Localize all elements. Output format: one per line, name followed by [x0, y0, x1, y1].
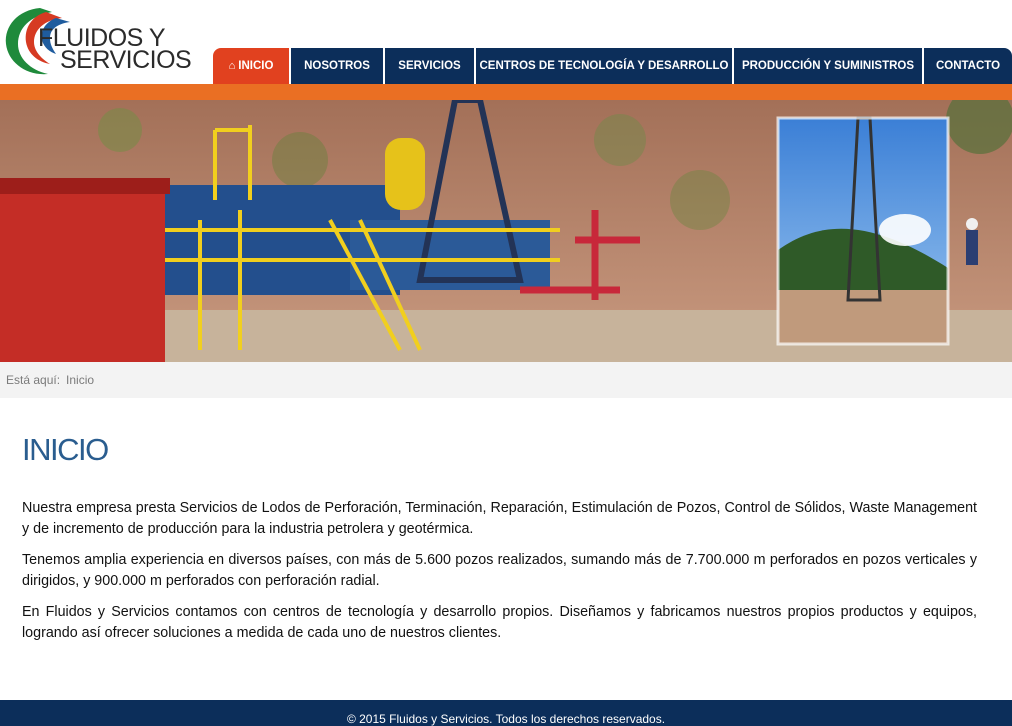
nav-item-centros[interactable]: CENTROS DE TECNOLOGÍA Y DESARROLLO — [474, 48, 732, 84]
content-paragraph: Tenemos amplia experiencia en diversos p… — [22, 552, 977, 589]
hero-banner-image — [0, 100, 1012, 362]
header-accent-bar — [0, 84, 1012, 100]
nav-item-label: CENTROS DE TECNOLOGÍA Y DESARROLLO — [479, 60, 729, 72]
nav-item-label: SERVICIOS — [398, 60, 461, 72]
home-icon: ⌂ — [228, 60, 236, 72]
nav-item-label: CONTACTO — [935, 60, 1001, 72]
nav-item-nosotros[interactable]: NOSOTROS — [289, 48, 383, 84]
nav-item-label: NOSOTROS — [304, 60, 370, 72]
logo-line-2: SERVICIOS — [60, 46, 192, 74]
site-logo[interactable]: FLUIDOS Y SERVICIOS — [0, 0, 200, 84]
footer-copyright: © 2015 Fluidos y Servicios. Todos los de… — [346, 712, 666, 726]
nav-item-produccion[interactable]: PRODUCCIÓN Y SUMINISTROS — [732, 48, 922, 84]
breadcrumb-prefix: Está aquí: — [6, 373, 61, 387]
content-paragraph: Nuestra empresa presta Servicios de Lodo… — [22, 500, 977, 537]
nav-item-label: PRODUCCIÓN Y SUMINISTROS — [741, 60, 915, 72]
site-header: FLUIDOS Y SERVICIOS ⌂ INICIO NOSOTROS SE… — [0, 0, 1012, 86]
nav-item-inicio[interactable]: ⌂ INICIO — [213, 48, 289, 84]
breadcrumb: Está aquí: Inicio — [0, 362, 1012, 398]
main-content: Nuestra empresa presta Servicios de Lodo… — [22, 498, 977, 654]
nav-item-servicios[interactable]: SERVICIOS — [383, 48, 474, 84]
main-nav: ⌂ INICIO NOSOTROS SERVICIOS CENTROS DE T… — [213, 48, 1012, 84]
breadcrumb-current: Inicio — [66, 373, 95, 387]
site-footer: © 2015 Fluidos y Servicios. Todos los de… — [0, 700, 1012, 726]
content-paragraph: En Fluidos y Servicios contamos con cent… — [22, 604, 977, 641]
page-title: INICIO — [22, 432, 109, 467]
nav-item-label: INICIO — [238, 60, 274, 72]
nav-item-contacto[interactable]: CONTACTO — [922, 48, 1012, 84]
